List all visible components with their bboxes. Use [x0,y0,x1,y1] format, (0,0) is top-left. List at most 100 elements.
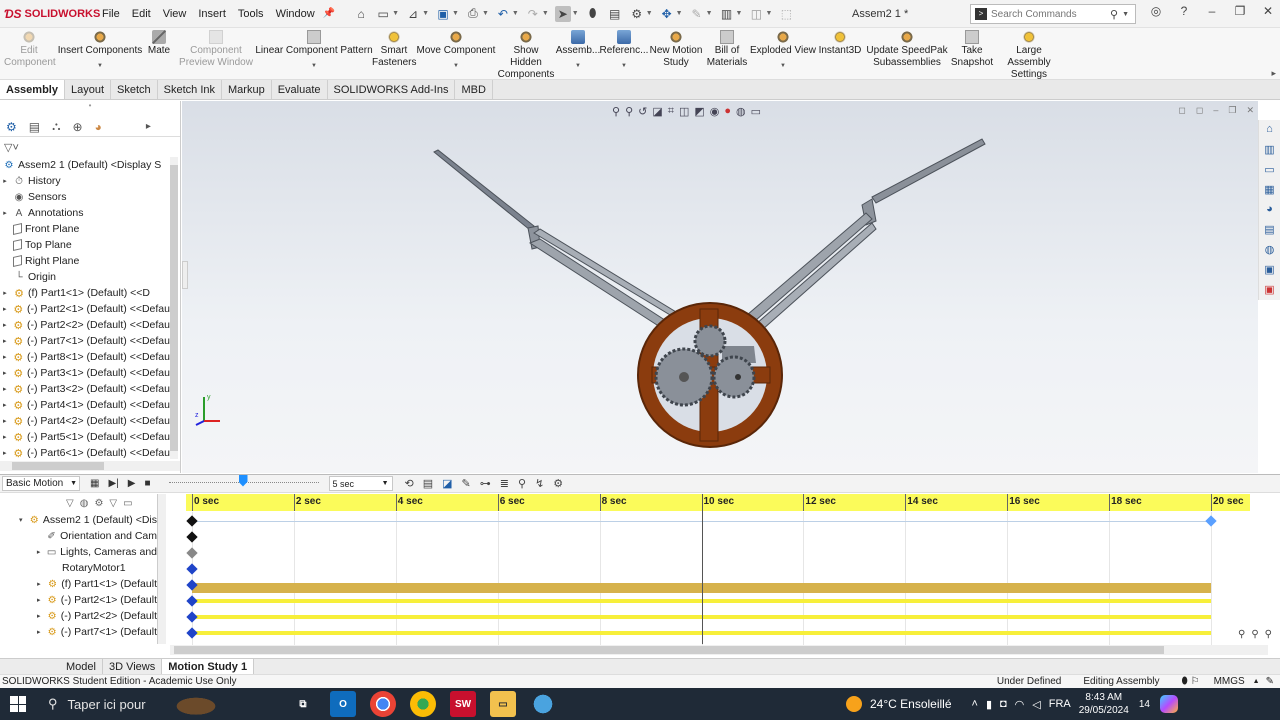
traffic-light-icon[interactable]: ⬮ [585,6,601,22]
toolbox-icon[interactable]: ▣ [1264,283,1274,297]
expand-arrow-icon[interactable]: ▸ [0,401,10,409]
motion-tree-item[interactable]: RotaryMotor1 [0,560,157,576]
menu-file[interactable]: File [96,8,126,20]
tree-item[interactable]: └ Origin [0,269,170,285]
tab-sketch-ink[interactable]: Sketch Ink [158,80,223,99]
update-speedpak-button[interactable]: Update SpeedPak Subassemblies [864,30,950,69]
tab-addins[interactable]: SOLIDWORKS Add-Ins [328,80,456,99]
custom-properties-icon[interactable]: ▤ [1264,223,1274,237]
save-icon[interactable]: ▣ [435,6,451,22]
new-motion-study-button[interactable]: New Motion Study [648,30,704,69]
network-globe-icon[interactable] [530,691,556,717]
motion-study-properties-icon[interactable]: ⚙ [553,477,563,490]
move-component-button[interactable]: Move Component ▼ [416,30,496,69]
search-commands-input[interactable] [991,8,1106,20]
motion-tree-item[interactable]: ▸ ⚙ (f) Part1<1> (Default [0,576,157,592]
motion-tree-item[interactable]: ▸ ⚙ (-) Part2<2> (Default [0,608,157,624]
graphics-area[interactable]: ⚲ ⚲ ↺ ◪ ⌗ ◫ ◩ ◉ ● ◍ ▭ ◻ ◻ – ❐ ✕ y z [182,101,1258,473]
filter-driving-icon[interactable]: ◍ [80,498,89,509]
panel-grip[interactable]: • [0,101,180,117]
chevron-right-icon[interactable]: ▸ [146,121,151,132]
gravity-icon[interactable]: ↯ [535,477,544,490]
expand-arrow-icon[interactable]: ▸ [0,337,10,345]
show-hidden-components-button[interactable]: Show Hidden Components [496,30,556,81]
chevron-up-icon[interactable]: ▲ [1253,678,1260,685]
meet-now-icon[interactable]: ◘ [1000,698,1007,710]
mate-button[interactable]: Mate [142,30,176,57]
property-manager-tab-icon[interactable]: ▤ [29,120,40,134]
motion-tree-scrollbar[interactable] [158,494,166,644]
tree-item[interactable]: ▸ ⚙ (-) Part3<1> (Default) <<Defau [0,365,170,381]
tab-motion-study-1[interactable]: Motion Study 1 [162,659,255,674]
wifi-icon[interactable]: ◠ [1015,698,1025,711]
bill-of-materials-button[interactable]: Bill of Materials [704,30,750,69]
tree-item[interactable]: ▸ A Annotations [0,205,170,221]
outlook-icon[interactable]: O [330,691,356,717]
expand-arrow-icon[interactable]: ▸ [34,628,43,636]
menu-view[interactable]: View [157,8,193,20]
redo-icon[interactable]: ↷ [525,6,541,22]
chevron-down-icon[interactable]: ▼ [453,63,459,69]
chevron-down-icon[interactable]: ▼ [311,63,317,69]
expand-arrow-icon[interactable]: ▸ [0,417,10,425]
playback-mode-icon[interactable]: ⟲ [405,477,414,490]
tree-item[interactable]: ▸ ⚙ (-) Part7<1> (Default) <<Defau [0,333,170,349]
feature-tree-scrollbar[interactable] [170,157,178,459]
filter-selected-icon[interactable]: ⚙ [94,498,103,509]
file-explorer-icon[interactable]: ▭ [1264,163,1274,177]
menu-insert[interactable]: Insert [192,8,232,20]
expand-arrow-icon[interactable]: ▸ [0,353,10,361]
new-document-icon[interactable]: ▭ [375,6,391,22]
chevron-down-icon[interactable]: ▼ [621,63,627,69]
restore-icon[interactable]: ❐ [1232,4,1248,18]
tree-item[interactable]: ▸ ⚙ (-) Part4<2> (Default) <<Defau [0,413,170,429]
time-bar[interactable] [701,494,703,644]
smart-fasteners-button[interactable]: Smart Fasteners [372,30,416,69]
scrollbar-thumb[interactable] [174,646,1164,654]
tree-item[interactable]: ▸ ⚙ (-) Part8<1> (Default) <<Defau [0,349,170,365]
rebuild-icon[interactable]: ⬚ [778,6,794,22]
linear-component-pattern-button[interactable]: Linear Component Pattern ▼ [255,30,373,69]
filter-animated-icon[interactable]: ▽ [66,498,74,509]
move-triad-icon[interactable]: ✥ [659,6,675,22]
display-manager-tab-icon[interactable]: ◕ [95,120,102,134]
chevron-down-icon[interactable]: ▼ [575,63,581,69]
play-from-start-icon[interactable]: ▶| [108,478,118,489]
dimxpert-tab-icon[interactable]: ⊕ [73,120,83,134]
file-properties-icon[interactable]: ▤ [607,6,623,22]
expand-arrow-icon[interactable]: ▾ [16,516,26,524]
play-icon[interactable]: ▶ [128,478,136,489]
configuration-manager-tab-icon[interactable]: ⛬ [52,119,60,134]
clock[interactable]: 8:43 AM 29/05/2024 [1079,691,1129,717]
chrome-icon[interactable] [370,691,396,717]
expand-arrow-icon[interactable]: ▸ [0,433,10,441]
tree-item[interactable]: ◉ Sensors [0,189,170,205]
tab-3d-views[interactable]: 3D Views [103,659,163,674]
chrome-profile-icon[interactable] [410,691,436,717]
contact-icon[interactable]: ⚲ [518,477,526,490]
expand-arrow-icon[interactable]: ▸ [0,209,10,217]
user-account-icon[interactable]: ◎ [1148,4,1164,18]
measure-icon[interactable]: ◫ [748,6,764,22]
playback-slider[interactable] [168,474,319,487]
filter-icon[interactable]: ▽˅ [0,137,180,157]
edit-component-button[interactable]: Edit Component [0,30,58,69]
expand-arrow-icon[interactable]: ▸ [0,449,10,457]
taskbar-search[interactable]: ⚲ Taper ici pour [36,688,280,720]
save-animation-icon[interactable]: ▤ [423,477,433,490]
calculate-icon[interactable]: ▦ [90,478,99,489]
tree-item[interactable]: Top Plane [0,237,170,253]
stop-icon[interactable]: ■ [144,478,150,489]
animation-wizard-icon[interactable]: ◪ [442,477,452,490]
solidworks-forum-icon[interactable]: ◍ [1265,243,1275,257]
sketch-icon[interactable]: ✎ [689,6,705,22]
tree-item[interactable]: ▸ ⚙ (-) Part5<1> (Default) <<Defau [0,429,170,445]
chevron-down-icon[interactable]: ▼ [1122,11,1129,18]
solidworks-logo[interactable]: ƊS SOLIDWORKS [0,7,100,21]
chevron-down-icon[interactable]: ▼ [780,63,786,69]
tab-mbd[interactable]: MBD [455,80,493,99]
scrollbar-thumb[interactable] [170,165,178,451]
options-gear-icon[interactable]: ⚙ [629,6,645,22]
display-pane-icon[interactable]: ▥ [719,6,735,22]
unit-system[interactable]: MMGS [1214,676,1245,687]
